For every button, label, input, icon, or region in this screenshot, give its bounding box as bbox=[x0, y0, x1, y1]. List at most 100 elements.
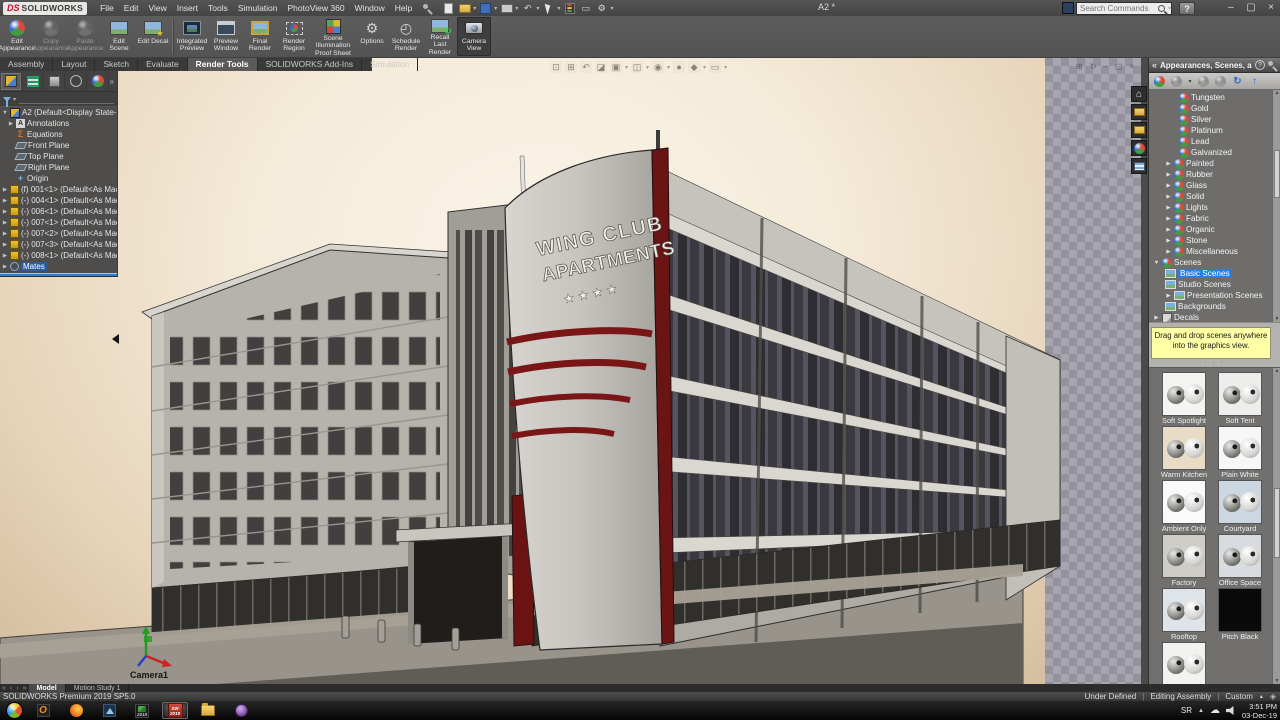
tree-item-front-plane[interactable]: Front Plane bbox=[0, 140, 117, 151]
search-dropdown-icon[interactable]: ▾ bbox=[1168, 5, 1171, 12]
tree-item-component-004[interactable]: ▶(-) 004<1> (Default<As Machined> bbox=[0, 195, 117, 206]
display-style-icon[interactable]: ◫ bbox=[631, 61, 643, 73]
camera-view-button[interactable]: Camera View bbox=[457, 17, 491, 56]
menu-pin-icon[interactable] bbox=[423, 4, 432, 13]
tab-assembly[interactable]: Assembly bbox=[0, 58, 53, 71]
final-render-button[interactable]: Final Render bbox=[243, 17, 277, 56]
scenes-node[interactable]: ▼Scenes bbox=[1149, 257, 1280, 268]
appearance-category-miscellaneous[interactable]: ▶Miscellaneous bbox=[1149, 246, 1280, 257]
first-tab-icon[interactable]: « bbox=[0, 685, 8, 692]
scene-thumb-plain-white[interactable]: Plain White bbox=[1213, 426, 1267, 480]
tree-item-component-001[interactable]: ▶(f) 001<1> (Default<As Machined> bbox=[0, 184, 117, 195]
scenes-item-backgrounds[interactable]: Backgrounds bbox=[1149, 301, 1280, 312]
scene-thumb-office-space[interactable]: Office Space bbox=[1213, 534, 1267, 588]
previous-view-icon[interactable]: ↶ bbox=[580, 61, 592, 73]
scenes-item-studio[interactable]: Studio Scenes bbox=[1149, 279, 1280, 290]
menu-insert[interactable]: Insert bbox=[172, 1, 203, 15]
scene-preview[interactable] bbox=[1162, 426, 1206, 470]
menu-photoview360[interactable]: PhotoView 360 bbox=[283, 1, 350, 15]
panel-expand-icon[interactable]: » bbox=[110, 77, 116, 86]
undo-icon[interactable]: ↶ bbox=[521, 2, 534, 14]
minimize-button[interactable]: – bbox=[1224, 1, 1238, 14]
tree-item-component-007-1[interactable]: ▶(-) 007<1> (Default<As Machined> bbox=[0, 217, 117, 228]
scene-preview[interactable] bbox=[1162, 642, 1206, 686]
scene-preview[interactable] bbox=[1162, 534, 1206, 578]
appearances-tab-icon[interactable] bbox=[1131, 140, 1147, 156]
tree-item-annotations[interactable]: ▶AAnnotations bbox=[0, 118, 117, 129]
outlook-taskbar-icon[interactable]: O bbox=[30, 702, 56, 719]
schedule-render-button[interactable]: ◴Schedule Render bbox=[389, 17, 423, 56]
select-icon[interactable] bbox=[542, 2, 555, 14]
dimxpert-tab-icon[interactable] bbox=[66, 73, 87, 90]
appearance-tool-icon[interactable] bbox=[1153, 75, 1166, 88]
apply-scene-dropdown-icon[interactable]: ▾ bbox=[703, 64, 706, 71]
edit-scene-button[interactable]: Edit Scene bbox=[102, 17, 136, 56]
menu-help[interactable]: Help bbox=[390, 1, 417, 15]
view-orientation-dropdown-icon[interactable]: ▾ bbox=[625, 64, 628, 71]
rebuild-icon[interactable] bbox=[563, 2, 576, 14]
preview-refresh-icon[interactable]: ↻ bbox=[1090, 62, 1097, 71]
appearance-item-tungsten[interactable]: Tungsten bbox=[1149, 92, 1280, 103]
close-button[interactable]: × bbox=[1264, 1, 1278, 14]
tree-item-equations[interactable]: ΣEquations bbox=[0, 129, 117, 140]
tree-item-top-plane[interactable]: Top Plane bbox=[0, 151, 117, 162]
scrollbar-thumb[interactable] bbox=[1274, 150, 1280, 198]
onedrive-icon[interactable]: ☁ bbox=[1210, 705, 1220, 716]
print-dropdown-icon[interactable]: ▾ bbox=[515, 5, 518, 12]
hidden-icons-icon[interactable]: ▲ bbox=[1198, 708, 1204, 714]
appearance-category-fabric[interactable]: ▶Fabric bbox=[1149, 213, 1280, 224]
tree-item-component-008[interactable]: ▶(-) 008<1> (Default<As Machined> bbox=[0, 250, 117, 261]
decals-node[interactable]: ▶Decals bbox=[1149, 312, 1280, 322]
last-tab-icon[interactable]: » bbox=[21, 685, 29, 692]
save-icon[interactable] bbox=[479, 2, 492, 14]
rollback-bar[interactable] bbox=[0, 273, 117, 276]
filter-icon[interactable] bbox=[3, 97, 11, 102]
menu-edit[interactable]: Edit bbox=[119, 1, 144, 15]
thumbnails-scrollbar[interactable]: ▲ ▼ bbox=[1272, 368, 1280, 684]
language-indicator[interactable]: SR bbox=[1181, 706, 1192, 715]
tree-item-mates[interactable]: ▶Mates bbox=[0, 261, 117, 272]
tree-item-component-007-3[interactable]: ▶(-) 007<3> (Default<As Machined> bbox=[0, 239, 117, 250]
edit-appearance-viewport-icon[interactable]: ● bbox=[673, 61, 685, 73]
file-explorer-tab-icon[interactable] bbox=[1131, 122, 1147, 138]
menu-tools[interactable]: Tools bbox=[203, 1, 233, 15]
building-render[interactable]: WING CLUB APARTMENTS ★ ★ ★ ★ bbox=[0, 60, 1148, 686]
custom-properties-icon[interactable] bbox=[1131, 158, 1147, 174]
scene-preview[interactable] bbox=[1162, 588, 1206, 632]
print-icon[interactable] bbox=[500, 2, 513, 14]
scene-thumb-warm-kitchen[interactable]: Warm Kitchen bbox=[1157, 426, 1211, 480]
menu-window[interactable]: Window bbox=[350, 1, 390, 15]
file-explorer-taskbar-icon[interactable] bbox=[195, 702, 221, 719]
scene-preview[interactable] bbox=[1218, 372, 1262, 416]
appearance-item-lead[interactable]: Lead bbox=[1149, 136, 1280, 147]
scene-preview[interactable] bbox=[1162, 480, 1206, 524]
search-icon[interactable] bbox=[1158, 5, 1165, 12]
design-library-icon[interactable] bbox=[1131, 104, 1147, 120]
tab-simulation[interactable]: Simulation bbox=[362, 58, 418, 71]
preview-minimize-icon[interactable]: – bbox=[1103, 62, 1107, 71]
tab-evaluate[interactable]: Evaluate bbox=[138, 58, 188, 71]
scene-thumb-pitch-black[interactable]: Pitch Black bbox=[1213, 588, 1267, 642]
tab-render-tools[interactable]: Render Tools bbox=[188, 58, 258, 71]
taskpane-help-icon[interactable]: ? bbox=[1255, 60, 1265, 70]
taskpane-pin-icon[interactable] bbox=[1268, 61, 1277, 70]
edit-appearance-button[interactable]: Edit Appearance bbox=[0, 17, 34, 56]
view-settings-icon[interactable]: ▭ bbox=[709, 61, 721, 73]
section-view-icon[interactable]: ◪ bbox=[595, 61, 607, 73]
volume-icon[interactable] bbox=[1226, 706, 1236, 715]
tab-sketch[interactable]: Sketch bbox=[95, 58, 138, 71]
firefox-taskbar-icon[interactable] bbox=[63, 702, 89, 719]
zoom-area-icon[interactable]: ⊞ bbox=[565, 61, 577, 73]
scenes-item-basic[interactable]: Basic Scenes bbox=[1149, 268, 1280, 279]
new-document-icon[interactable] bbox=[442, 2, 455, 14]
splitter-handle[interactable]: · · · bbox=[1149, 359, 1280, 367]
appearance-category-glass[interactable]: ▶Glass bbox=[1149, 180, 1280, 191]
tab-model[interactable]: Model bbox=[29, 684, 66, 692]
preview-restore-icon[interactable]: ▢ bbox=[1115, 62, 1123, 71]
tree-item-component-006[interactable]: ▶(-) 006<1> (Default<As Machined> bbox=[0, 206, 117, 217]
menu-file[interactable]: File bbox=[95, 1, 119, 15]
appearance-category-lights[interactable]: ▶Lights bbox=[1149, 202, 1280, 213]
filter-input[interactable] bbox=[19, 95, 114, 104]
appearance-category-organic[interactable]: ▶Organic bbox=[1149, 224, 1280, 235]
scrollbar-thumb[interactable] bbox=[1274, 488, 1280, 558]
